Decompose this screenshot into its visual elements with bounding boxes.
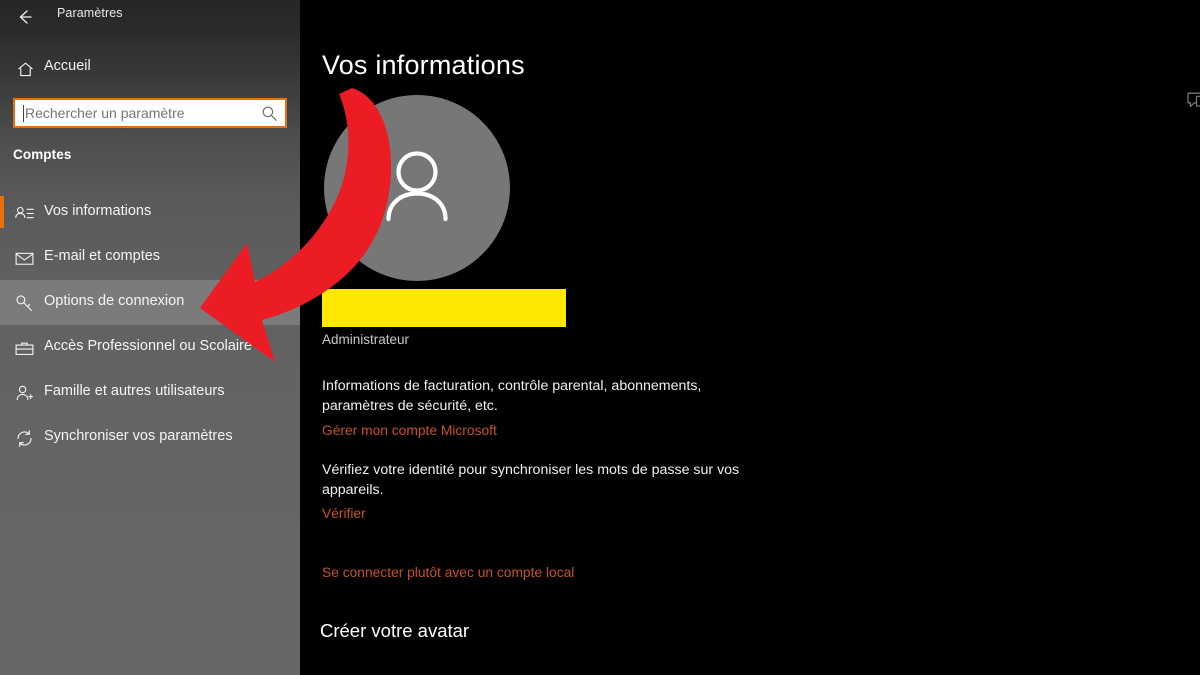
sidebar-item-vos-informations-label: Vos informations bbox=[44, 203, 152, 219]
search-input[interactable] bbox=[25, 100, 250, 126]
sidebar-item-vos-informations[interactable]: Vos informations bbox=[0, 190, 300, 235]
back-arrow-icon[interactable] bbox=[13, 5, 37, 29]
sidebar-item-synchroniser-label: Synchroniser vos paramètres bbox=[44, 428, 233, 444]
sidebar-item-home-label: Accueil bbox=[44, 58, 91, 74]
verify-identity-description: Vérifiez votre identité pour synchronise… bbox=[322, 462, 740, 498]
sidebar-item-famille-label: Famille et autres utilisateurs bbox=[44, 383, 225, 399]
account-name-redaction-box bbox=[322, 289, 566, 327]
sidebar-item-famille[interactable]: Famille et autres utilisateurs bbox=[0, 370, 300, 415]
sidebar-nav: Vos informations E-mail et comptes Optio… bbox=[0, 190, 300, 460]
key-icon bbox=[12, 291, 36, 315]
home-icon bbox=[13, 57, 37, 81]
page-title: Vos informations bbox=[322, 50, 525, 80]
search-box[interactable] bbox=[13, 98, 287, 128]
account-role-label: Administrateur bbox=[322, 332, 410, 347]
manage-microsoft-account-link[interactable]: Gérer mon compte Microsoft bbox=[322, 423, 497, 438]
person-add-icon bbox=[12, 381, 36, 405]
sidebar-item-options-de-connexion[interactable]: Options de connexion bbox=[0, 280, 300, 325]
selected-accent-bar bbox=[0, 196, 4, 228]
contact-card-icon bbox=[12, 201, 36, 225]
avatar[interactable] bbox=[324, 95, 510, 281]
sidebar: Paramètres Accueil Comptes bbox=[0, 0, 300, 675]
title-bar: Paramètres bbox=[0, 0, 300, 34]
search-icon[interactable] bbox=[261, 105, 278, 122]
sidebar-section-heading: Comptes bbox=[13, 147, 72, 162]
search-caret bbox=[23, 105, 24, 122]
feedback-bubble-icon[interactable] bbox=[1186, 90, 1200, 112]
main-content: Vos informations Administrateur Informat… bbox=[300, 0, 1200, 675]
sidebar-item-synchroniser[interactable]: Synchroniser vos paramètres bbox=[0, 415, 300, 460]
window-title: Paramètres bbox=[57, 6, 123, 20]
sidebar-item-acces-professionnel-label: Accès Professionnel ou Scolaire bbox=[44, 338, 252, 354]
create-avatar-heading: Créer votre avatar bbox=[320, 620, 470, 641]
sidebar-item-email-et-comptes-label: E-mail et comptes bbox=[44, 248, 161, 264]
local-account-link[interactable]: Se connecter plutôt avec un compte local bbox=[322, 565, 574, 580]
sidebar-item-acces-professionnel[interactable]: Accès Professionnel ou Scolaire bbox=[0, 325, 300, 370]
settings-window: Paramètres Accueil Comptes bbox=[0, 0, 1200, 675]
verify-link[interactable]: Vérifier bbox=[322, 506, 366, 521]
sidebar-item-home[interactable]: Accueil bbox=[0, 54, 300, 84]
sync-icon bbox=[12, 426, 36, 450]
briefcase-icon bbox=[12, 336, 36, 360]
sidebar-item-options-de-connexion-label: Options de connexion bbox=[44, 293, 185, 309]
billing-description: Informations de facturation, contrôle pa… bbox=[322, 378, 702, 414]
sidebar-item-email-et-comptes[interactable]: E-mail et comptes bbox=[0, 235, 300, 280]
user-avatar-icon bbox=[386, 151, 448, 222]
envelope-icon bbox=[12, 246, 36, 270]
